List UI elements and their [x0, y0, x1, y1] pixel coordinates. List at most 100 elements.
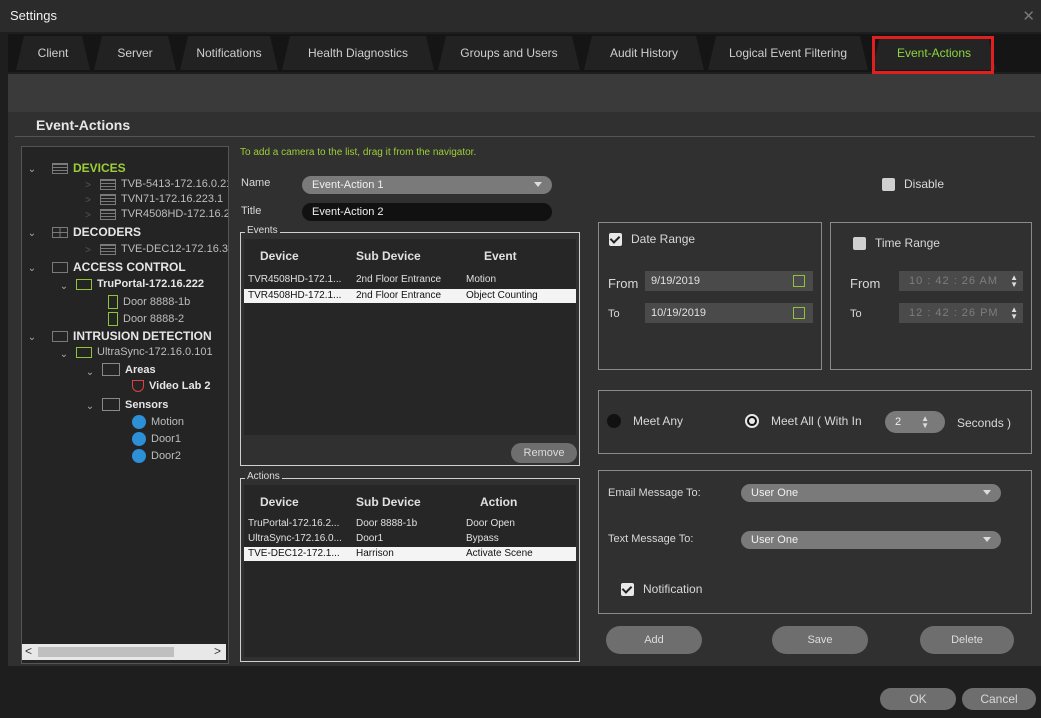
- meet-all-radio[interactable]: [745, 414, 759, 428]
- calendar-icon[interactable]: [793, 275, 805, 287]
- chevron-down-icon[interactable]: ⌄: [26, 332, 38, 343]
- email-message-label: Email Message To:: [608, 487, 701, 499]
- to-time-field[interactable]: 12 : 42 : 26 PM ▲ ▼: [899, 303, 1023, 323]
- panel-icon: [76, 346, 92, 358]
- tree-sensor[interactable]: Motion: [132, 415, 184, 429]
- spinner-icon[interactable]: ▲ ▼: [1010, 274, 1019, 289]
- date-range-checkbox[interactable]: [609, 232, 622, 246]
- col-header-sub-device: Sub Device: [356, 495, 421, 509]
- chevron-down-icon[interactable]: ⌄: [84, 401, 96, 412]
- table-row[interactable]: TVR4508HD-172.1... 2nd Floor Entrance Mo…: [244, 273, 576, 287]
- to-label: To: [608, 308, 620, 320]
- tree-sensors[interactable]: Sensors: [102, 398, 168, 411]
- tab-notifications[interactable]: Notifications: [180, 36, 278, 70]
- tree-areas[interactable]: Areas: [102, 363, 156, 376]
- tree-item[interactable]: TVN71-172.16.223.1: [100, 193, 223, 205]
- chevron-right-icon[interactable]: >: [82, 245, 94, 256]
- calendar-icon[interactable]: [793, 307, 805, 319]
- meet-any-radio[interactable]: [607, 414, 621, 428]
- chevron-down-icon[interactable]: ⌄: [58, 281, 70, 292]
- tree-sensor[interactable]: Door2: [132, 449, 181, 463]
- add-button[interactable]: Add: [606, 626, 702, 654]
- ok-button[interactable]: OK: [880, 688, 956, 710]
- disable-toggle[interactable]: Disable: [882, 177, 944, 191]
- navigator-tree[interactable]: ⌄ DEVICES > TVB-5413-172.16.0.216 > TVN7…: [21, 146, 229, 664]
- tab-groups-and-users[interactable]: Groups and Users: [438, 36, 580, 70]
- tree-ultrasync[interactable]: UltraSync-172.16.0.101: [76, 346, 213, 358]
- chevron-down-icon[interactable]: ⌄: [84, 367, 96, 378]
- tab-health-diagnostics[interactable]: Health Diagnostics: [282, 36, 434, 70]
- tree-decoders[interactable]: DECODERS: [52, 225, 141, 239]
- remove-button[interactable]: Remove: [511, 443, 577, 463]
- save-button[interactable]: Save: [772, 626, 868, 654]
- table-row[interactable]: TruPortal-172.16.2... Door 8888-1b Door …: [244, 517, 576, 531]
- close-icon[interactable]: ✕: [1022, 7, 1035, 25]
- text-message-label: Text Message To:: [608, 533, 694, 545]
- meet-group: Meet Any Meet All ( With In 2 ▲ ▼ Seconds…: [598, 390, 1032, 454]
- chevron-down-icon[interactable]: ⌄: [26, 228, 38, 239]
- scroll-right-icon[interactable]: >: [214, 644, 221, 658]
- time-range-checkbox[interactable]: [853, 236, 866, 250]
- tree-door[interactable]: Door 8888-1b: [108, 295, 190, 309]
- recorder-icon: [100, 178, 116, 190]
- table-row-selected[interactable]: TVR4508HD-172.1... 2nd Floor Entrance Ob…: [244, 289, 576, 303]
- chevron-right-icon[interactable]: >: [82, 180, 94, 191]
- text-recipient-dropdown[interactable]: User One: [741, 531, 1001, 549]
- col-header-sub-device: Sub Device: [356, 249, 421, 263]
- tab-server[interactable]: Server: [94, 36, 176, 70]
- cancel-button[interactable]: Cancel: [962, 688, 1036, 710]
- tree-devices[interactable]: DEVICES: [52, 161, 126, 175]
- chevron-right-icon[interactable]: >: [82, 210, 94, 221]
- spinner-icon[interactable]: ▲ ▼: [921, 415, 929, 430]
- actions-group: Actions Device Sub Device Action TruPort…: [240, 471, 580, 662]
- tab-audit-history[interactable]: Audit History: [584, 36, 704, 70]
- events-table: Device Sub Device Event TVR4508HD-172.1.…: [244, 239, 576, 435]
- tree-access-control[interactable]: ACCESS CONTROL: [52, 260, 186, 274]
- chevron-down-icon[interactable]: ⌄: [26, 164, 38, 175]
- meet-any-option[interactable]: Meet Any: [607, 414, 683, 428]
- notification-checkbox[interactable]: [621, 582, 634, 596]
- events-group-title: Events: [245, 225, 280, 236]
- shield-icon: [132, 380, 144, 392]
- table-row[interactable]: UltraSync-172.16.0... Door1 Bypass: [244, 532, 576, 546]
- tree-intrusion-detection[interactable]: INTRUSION DETECTION: [52, 329, 212, 343]
- date-range-toggle[interactable]: Date Range: [609, 232, 695, 246]
- tab-logical-event-filtering[interactable]: Logical Event Filtering: [708, 36, 868, 70]
- from-date-field[interactable]: 9/19/2019: [645, 271, 813, 291]
- delete-button[interactable]: Delete: [920, 626, 1014, 654]
- tree-item[interactable]: TVB-5413-172.16.0.216: [100, 178, 228, 190]
- notification-toggle[interactable]: Notification: [621, 582, 702, 596]
- actions-table: Device Sub Device Action TruPortal-172.1…: [244, 485, 576, 657]
- section-title: Event-Actions: [36, 117, 131, 133]
- spinner-icon[interactable]: ▲ ▼: [1010, 306, 1019, 321]
- door-icon: [108, 295, 118, 309]
- date-range-group: Date Range From 9/19/2019 To 10/19/2019: [598, 222, 822, 370]
- tree-area-item[interactable]: Video Lab 2: [132, 380, 211, 392]
- chevron-down-icon[interactable]: ⌄: [26, 263, 38, 274]
- table-row-selected[interactable]: TVE-DEC12-172.1... Harrison Activate Sce…: [244, 547, 576, 561]
- scroll-thumb[interactable]: [38, 647, 174, 657]
- to-date-field[interactable]: 10/19/2019: [645, 303, 813, 323]
- tree-item[interactable]: TVR4508HD-172.16.222.: [100, 208, 228, 220]
- email-recipient-dropdown[interactable]: User One: [741, 484, 1001, 502]
- name-label: Name: [241, 177, 271, 189]
- tree-sensor[interactable]: Door1: [132, 432, 181, 446]
- chevron-right-icon[interactable]: >: [82, 195, 94, 206]
- active-tab-highlight: [872, 36, 994, 74]
- name-dropdown[interactable]: Event-Action 1: [302, 176, 552, 194]
- from-time-label: From: [850, 276, 881, 291]
- chevron-down-icon: [534, 182, 542, 187]
- meet-all-option[interactable]: Meet All ( With In: [745, 414, 862, 428]
- from-time-field[interactable]: 10 : 42 : 26 AM ▲ ▼: [899, 271, 1023, 291]
- disable-checkbox[interactable]: [882, 177, 895, 191]
- time-range-toggle[interactable]: Time Range: [853, 236, 940, 250]
- tree-horizontal-scrollbar[interactable]: < >: [22, 644, 226, 660]
- scroll-left-icon[interactable]: <: [25, 644, 32, 658]
- within-seconds-stepper[interactable]: 2 ▲ ▼: [885, 411, 945, 433]
- tree-item[interactable]: TVE-DEC12-172.16.31.22: [100, 243, 228, 255]
- tree-truportal[interactable]: TruPortal-172.16.222: [76, 278, 204, 290]
- tree-door[interactable]: Door 8888-2: [108, 312, 184, 326]
- title-input[interactable]: Event-Action 2: [302, 203, 552, 221]
- tab-client[interactable]: Client: [16, 36, 90, 70]
- chevron-down-icon[interactable]: ⌄: [58, 349, 70, 360]
